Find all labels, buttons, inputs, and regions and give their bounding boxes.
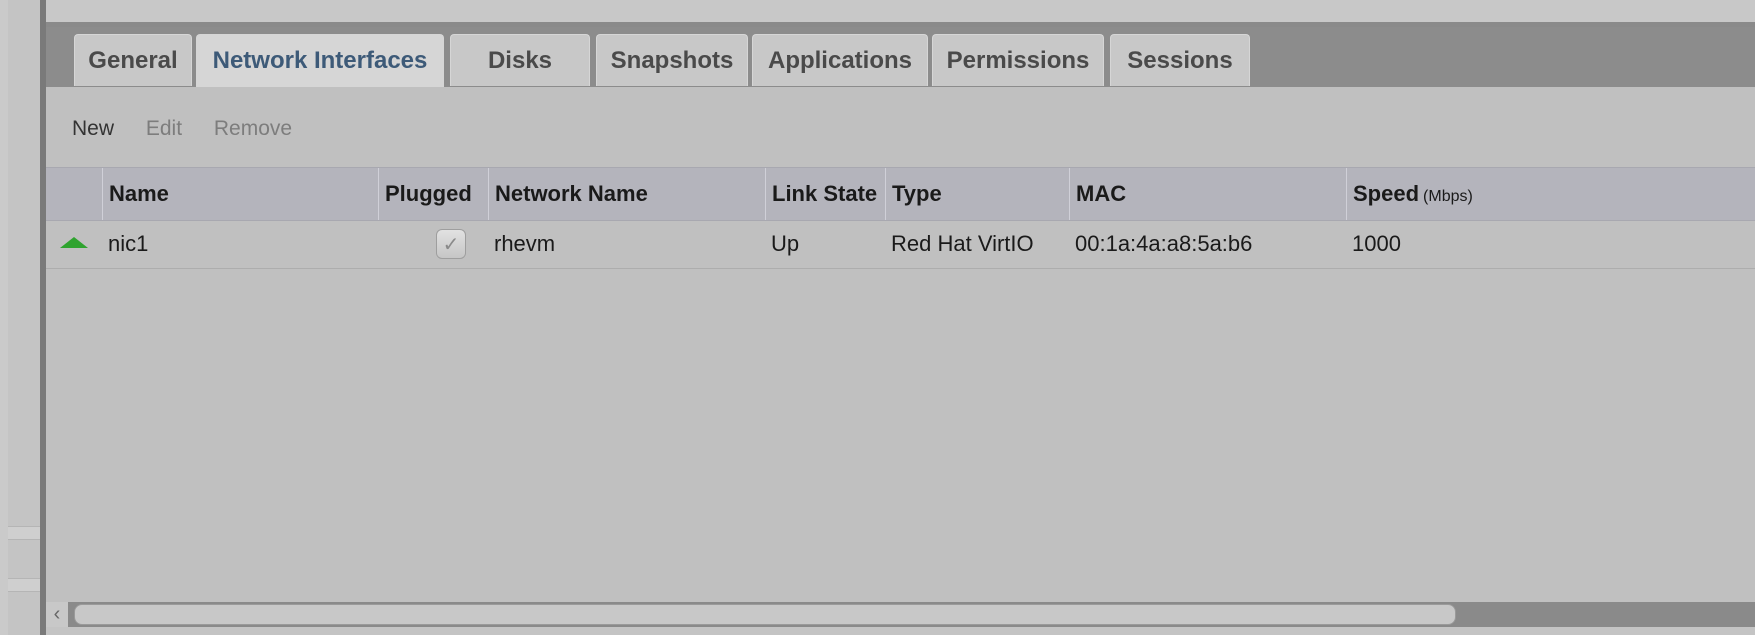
tab-general[interactable]: General xyxy=(74,34,192,86)
header-speed[interactable]: Speed (Mbps) xyxy=(1346,168,1755,220)
top-area xyxy=(46,0,1755,22)
network-interfaces-panel: New Edit Remove Name Plugged Network Nam… xyxy=(46,87,1755,602)
header-name[interactable]: Name xyxy=(102,168,378,220)
cell-type: Red Hat VirtIO xyxy=(891,231,1034,256)
header-type[interactable]: Type xyxy=(885,168,1069,220)
cell-mac: 00:1a:4a:a8:5a:b6 xyxy=(1075,231,1253,256)
header-mac[interactable]: MAC xyxy=(1069,168,1346,220)
horizontal-scrollbar[interactable]: ‹ xyxy=(46,602,1755,627)
edit-button[interactable]: Edit xyxy=(146,117,182,140)
tab-applications[interactable]: Applications xyxy=(752,34,928,86)
tab-sessions[interactable]: Sessions xyxy=(1110,34,1250,86)
cell-link-state: Up xyxy=(771,231,800,256)
header-status xyxy=(46,168,102,220)
header-speed-unit: (Mbps) xyxy=(1423,188,1473,205)
cell-name: nic1 xyxy=(108,231,149,256)
left-divider xyxy=(8,526,40,540)
remove-button[interactable]: Remove xyxy=(214,117,292,140)
header-plugged[interactable]: Plugged xyxy=(378,168,488,220)
scroll-thumb[interactable] xyxy=(74,604,1456,625)
chevron-left-icon: ‹ xyxy=(53,603,61,625)
subtab-bar: General Network Interfaces Disks Snapsho… xyxy=(46,27,1755,87)
tab-permissions[interactable]: Permissions xyxy=(932,34,1104,86)
header-speed-label: Speed xyxy=(1353,181,1420,206)
scroll-left-button[interactable]: ‹ xyxy=(46,602,68,627)
left-edge-strip xyxy=(0,0,40,635)
tab-network-interfaces[interactable]: Network Interfaces xyxy=(196,34,444,87)
action-toolbar: New Edit Remove xyxy=(72,117,318,141)
tab-snapshots[interactable]: Snapshots xyxy=(596,34,748,86)
bottom-edge xyxy=(46,627,1755,635)
up-arrow-icon xyxy=(60,237,88,248)
left-divider xyxy=(8,578,40,592)
header-network-name[interactable]: Network Name xyxy=(488,168,765,220)
left-edge xyxy=(0,0,8,635)
new-button[interactable]: New xyxy=(72,117,114,140)
plugged-checkbox: ✓ xyxy=(436,229,466,259)
cell-speed: 1000 xyxy=(1352,231,1401,256)
grid-header: Name Plugged Network Name Link State Typ… xyxy=(46,167,1755,221)
table-row[interactable]: nic1 ✓ rhevm Up Red Hat VirtIO 00:1a:4a:… xyxy=(46,220,1755,269)
cell-network-name: rhevm xyxy=(494,231,556,256)
tab-disks[interactable]: Disks xyxy=(450,34,590,86)
header-link-state[interactable]: Link State xyxy=(765,168,885,220)
